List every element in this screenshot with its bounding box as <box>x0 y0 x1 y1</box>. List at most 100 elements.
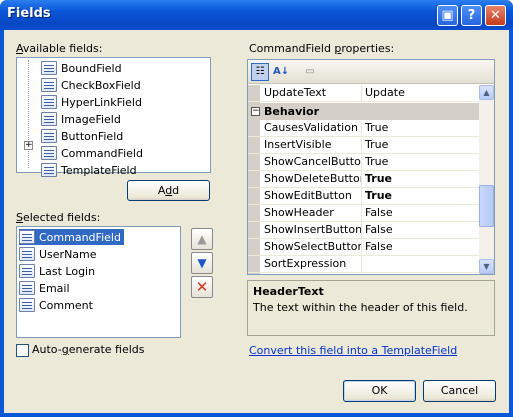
up-arrow-icon: ▲ <box>197 232 207 246</box>
property-value[interactable]: True <box>362 120 479 136</box>
scroll-thumb[interactable] <box>479 185 494 227</box>
property-description-panel: HeaderText The text within the header of… <box>247 280 495 336</box>
tree-item-buttonfield[interactable]: ButtonField <box>41 128 123 144</box>
delete-button[interactable]: ✕ <box>191 276 213 298</box>
bound-field-icon <box>19 264 35 278</box>
tree-item-boundfield[interactable]: BoundField <box>41 60 122 76</box>
command-field-icon <box>41 146 57 160</box>
property-value[interactable]: True <box>362 171 479 187</box>
convert-to-template-link[interactable]: Convert this field into a TemplateField <box>249 344 457 357</box>
auto-generate-label[interactable]: Auto-generate fields <box>32 343 145 356</box>
tree-item-imagefield[interactable]: ImageField <box>41 111 121 127</box>
add-button[interactable]: Add <box>127 180 210 201</box>
tree-item-templatefield[interactable]: TemplateField <box>41 162 137 178</box>
property-name: ShowHeader <box>248 205 362 221</box>
property-name: InsertVisible <box>248 137 362 153</box>
cancel-button[interactable]: Cancel <box>423 380 496 402</box>
title-bar[interactable]: Fields ▣ ? ✕ <box>0 0 513 30</box>
property-row[interactable]: ShowDeleteButton True <box>248 171 479 188</box>
property-row[interactable]: ShowInsertButton False <box>248 222 479 239</box>
available-fields-label: Available fields: <box>16 42 103 55</box>
property-row[interactable]: ShowEditButton True <box>248 188 479 205</box>
move-down-button[interactable]: ▼ <box>191 252 213 274</box>
property-name: SortExpression <box>248 256 362 272</box>
property-value[interactable] <box>362 256 479 272</box>
property-name: ShowEditButton <box>248 188 362 204</box>
bound-field-icon <box>41 61 57 75</box>
property-value[interactable]: Update <box>362 85 479 101</box>
description-text: The text within the header of this field… <box>253 301 468 314</box>
image-field-icon <box>41 112 57 126</box>
tree-item-checkboxfield[interactable]: CheckBoxField <box>41 77 141 93</box>
property-value[interactable]: False <box>362 239 479 255</box>
property-row[interactable]: ShowHeader False <box>248 205 479 222</box>
template-field-icon <box>41 163 57 177</box>
property-value[interactable]: True <box>362 188 479 204</box>
list-item-email[interactable]: Email <box>19 280 70 296</box>
tree-item-label: CommandField <box>61 146 143 160</box>
property-value[interactable]: True <box>362 137 479 153</box>
category-behavior[interactable]: − Behavior <box>248 103 479 120</box>
tree-item-label: BoundField <box>61 61 122 75</box>
window-title: Fields <box>7 6 51 21</box>
property-pages-icon[interactable]: ▭ <box>301 63 319 81</box>
property-name: ShowSelectButton <box>248 239 362 255</box>
scroll-up-arrow-icon[interactable]: ▲ <box>479 85 494 100</box>
property-row[interactable]: ShowSelectButton False <box>248 239 479 256</box>
property-row[interactable]: SortExpression <box>248 256 479 273</box>
property-name: CausesValidation <box>248 120 362 136</box>
tree-item-hyperlinkfield[interactable]: HyperLinkField <box>41 94 142 110</box>
expand-plus-icon[interactable]: + <box>24 141 33 150</box>
category-label: Behavior <box>264 105 320 118</box>
down-arrow-icon: ▼ <box>197 256 207 270</box>
categorized-icon[interactable]: ☷ <box>251 63 269 81</box>
list-item-comment[interactable]: Comment <box>19 297 93 313</box>
move-up-button[interactable]: ▲ <box>191 228 213 250</box>
tree-item-label: ButtonField <box>61 129 124 143</box>
property-row[interactable]: ShowCancelButton True <box>248 154 479 171</box>
bound-field-icon <box>19 281 35 295</box>
property-row[interactable]: InsertVisible True <box>248 137 479 154</box>
properties-label: CommandField properties: <box>249 42 395 55</box>
auto-generate-checkbox[interactable] <box>16 344 29 357</box>
tree-connector-line <box>28 60 29 168</box>
bound-field-icon <box>19 247 35 261</box>
selected-fields-list[interactable]: CommandField UserName Last Login Email C… <box>16 226 181 338</box>
property-name: UpdateText <box>248 85 362 101</box>
bound-field-icon <box>19 298 35 312</box>
property-value[interactable]: False <box>362 205 479 221</box>
property-grid-scrollbar[interactable]: ▲ ▼ <box>479 85 494 274</box>
property-row[interactable]: CausesValidation True <box>248 120 479 137</box>
command-field-icon <box>19 230 35 244</box>
property-grid[interactable]: ☷ A↓ ▭ UpdateText Update − Behavior Caus… <box>247 59 495 275</box>
list-item-last-login[interactable]: Last Login <box>19 263 95 279</box>
list-item-commandfield[interactable]: CommandField <box>19 229 124 245</box>
property-row-updatetext[interactable]: UpdateText Update <box>248 85 479 102</box>
description-title: HeaderText <box>253 285 324 298</box>
tree-item-label: CheckBoxField <box>61 78 141 92</box>
property-value[interactable]: True <box>362 154 479 170</box>
list-item-label: CommandField <box>39 230 121 244</box>
alphabetical-sort-icon[interactable]: A↓ <box>272 63 290 81</box>
close-button[interactable]: ✕ <box>485 5 506 26</box>
tree-item-commandfield[interactable]: CommandField <box>41 145 143 161</box>
tree-item-label: TemplateField <box>61 163 137 177</box>
ok-button[interactable]: OK <box>343 380 416 402</box>
help-button[interactable]: ? <box>461 5 482 26</box>
checkbox-field-icon <box>41 78 57 92</box>
tree-item-label: ImageField <box>61 112 121 126</box>
button-field-icon <box>41 129 57 143</box>
tree-item-label: HyperLinkField <box>61 95 142 109</box>
list-item-label: Comment <box>39 298 93 312</box>
list-item-label: Last Login <box>39 264 96 278</box>
delete-x-icon: ✕ <box>195 278 209 296</box>
list-item-username[interactable]: UserName <box>19 246 97 262</box>
property-name: ShowInsertButton <box>248 222 362 238</box>
property-value[interactable]: False <box>362 222 479 238</box>
collapse-minus-icon[interactable]: − <box>251 107 260 116</box>
restore-button[interactable]: ▣ <box>437 5 458 26</box>
fields-dialog-window: Fields ▣ ? ✕ Available fields: + BoundFi… <box>0 0 513 417</box>
selected-fields-label: Selected fields: <box>16 211 101 224</box>
scroll-down-arrow-icon[interactable]: ▼ <box>479 259 494 274</box>
available-fields-tree[interactable]: + BoundField CheckBoxField HyperLinkFiel… <box>16 57 211 177</box>
